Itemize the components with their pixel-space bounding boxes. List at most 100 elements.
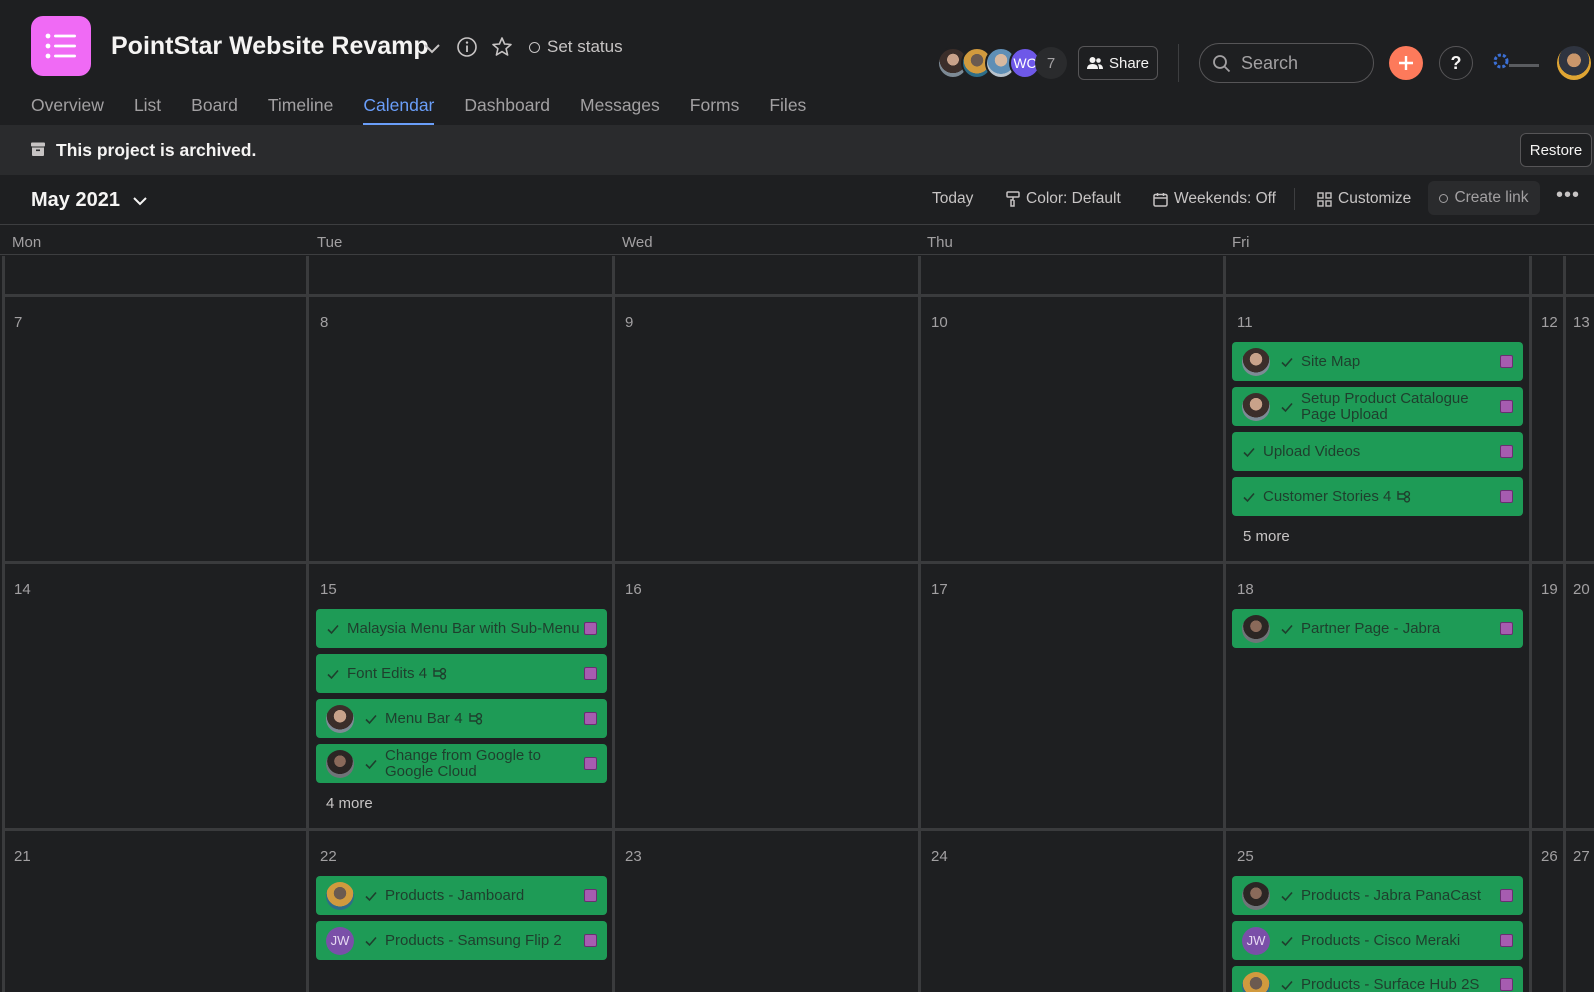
check-icon[interactable]: [1242, 445, 1256, 459]
info-icon[interactable]: [456, 36, 478, 58]
task-name: Menu Bar 4: [385, 710, 584, 727]
create-link-button[interactable]: Create link: [1428, 181, 1540, 215]
tab-board[interactable]: Board: [191, 95, 238, 125]
custom-field-square: [584, 934, 597, 947]
search-input[interactable]: Search: [1199, 43, 1374, 83]
assignee-avatar-initials: JW: [1242, 926, 1270, 955]
task-card[interactable]: Menu Bar 4: [316, 699, 607, 738]
task-card[interactable]: Customer Stories 4: [1232, 477, 1523, 516]
task-card[interactable]: Upload Videos: [1232, 432, 1523, 471]
day-number: 27: [1573, 848, 1590, 865]
day-number: 11: [1237, 314, 1253, 331]
star-icon[interactable]: [490, 35, 514, 59]
archived-message: This project is archived.: [56, 140, 257, 160]
grid-line: [2, 256, 5, 992]
day-number: 26: [1541, 848, 1558, 865]
check-icon[interactable]: [364, 712, 378, 726]
task-card[interactable]: JW Products - Samsung Flip 2: [316, 921, 607, 960]
task-name: Products - Samsung Flip 2: [385, 931, 562, 949]
user-avatar[interactable]: [1557, 46, 1591, 80]
help-button[interactable]: ?: [1439, 46, 1473, 80]
assignee-avatar: [1242, 347, 1270, 376]
tab-files[interactable]: Files: [769, 95, 806, 125]
custom-field-square: [1500, 622, 1513, 635]
color-button[interactable]: Color: Default: [1006, 190, 1121, 208]
day-number: 12: [1541, 314, 1558, 331]
check-icon[interactable]: [326, 622, 340, 636]
task-card[interactable]: Font Edits 4: [316, 654, 607, 693]
tab-list[interactable]: List: [134, 95, 161, 125]
custom-field-square: [584, 889, 597, 902]
plus-icon: [1399, 56, 1413, 70]
assignee-avatar: [1242, 614, 1270, 643]
task-card[interactable]: JW Products - Cisco Meraki: [1232, 921, 1523, 960]
task-card[interactable]: Products - Jamboard: [316, 876, 607, 915]
weekday-tue: Tue: [317, 234, 343, 251]
task-card[interactable]: Products - Jabra PanaCast: [1232, 876, 1523, 915]
grid-line: [1223, 256, 1226, 992]
check-icon[interactable]: [364, 757, 378, 771]
check-icon[interactable]: [1280, 978, 1294, 992]
custom-field-square: [1500, 490, 1513, 503]
project-list-icon[interactable]: [31, 16, 91, 76]
check-icon[interactable]: [1280, 622, 1294, 636]
share-label: Share: [1108, 54, 1150, 72]
set-status-button[interactable]: Set status: [529, 37, 623, 57]
more-tasks-link[interactable]: 5 more: [1243, 528, 1290, 545]
task-name: Font Edits 4: [347, 665, 584, 682]
day-number: 7: [14, 314, 23, 331]
chevron-down-icon[interactable]: [421, 38, 443, 58]
weekends-button[interactable]: Weekends: Off: [1153, 190, 1276, 208]
project-title[interactable]: PointStar Website Revamp: [111, 32, 429, 61]
grid-line: [4, 294, 1594, 297]
calendar-icon: [1153, 192, 1168, 207]
month-picker[interactable]: May 2021: [31, 189, 148, 212]
member-count[interactable]: 7: [1035, 47, 1067, 79]
more-tasks-link[interactable]: 4 more: [326, 795, 373, 812]
share-button[interactable]: Share: [1078, 46, 1158, 80]
tab-timeline[interactable]: Timeline: [268, 95, 333, 125]
people-icon: [1086, 57, 1103, 69]
day-number: 13: [1573, 314, 1590, 331]
organization-logo-icon[interactable]: [1493, 52, 1541, 74]
task-name: Products - Cisco Meraki: [1301, 931, 1461, 949]
check-icon[interactable]: [364, 934, 378, 948]
tab-forms[interactable]: Forms: [690, 95, 740, 125]
check-icon[interactable]: [1280, 400, 1294, 414]
today-button[interactable]: Today: [932, 190, 973, 208]
check-icon[interactable]: [364, 889, 378, 903]
check-icon[interactable]: [1242, 490, 1256, 504]
customize-button[interactable]: Customize: [1317, 190, 1411, 208]
divider: [1294, 188, 1295, 210]
day-number: 9: [625, 314, 634, 331]
check-icon[interactable]: [1280, 355, 1294, 369]
color-label: Color: Default: [1026, 190, 1121, 207]
tab-calendar[interactable]: Calendar: [363, 95, 435, 125]
tab-dashboard[interactable]: Dashboard: [464, 95, 550, 125]
create-link-label: Create link: [1454, 189, 1529, 206]
more-options-icon[interactable]: •••: [1556, 184, 1580, 207]
task-card[interactable]: Malaysia Menu Bar with Sub-Menu: [316, 609, 607, 648]
task-card[interactable]: Setup Product Catalogue Page Upload: [1232, 387, 1523, 426]
check-icon[interactable]: [1280, 934, 1294, 948]
check-icon[interactable]: [1280, 889, 1294, 903]
create-plus-button[interactable]: [1389, 46, 1423, 80]
assignee-avatar: [1242, 392, 1270, 421]
tab-overview[interactable]: Overview: [31, 95, 104, 125]
task-name: Partner Page - Jabra: [1301, 619, 1441, 637]
weekday-fri: Fri: [1232, 234, 1250, 251]
check-icon[interactable]: [326, 667, 340, 681]
task-card[interactable]: Partner Page - Jabra: [1232, 609, 1523, 648]
tab-messages[interactable]: Messages: [580, 95, 660, 125]
task-card[interactable]: Products - Surface Hub 2S: [1232, 966, 1523, 992]
calendar-toolbar: May 2021 Today Color: Default Weekends: …: [0, 175, 1594, 225]
set-status-label: Set status: [547, 37, 623, 56]
restore-button[interactable]: Restore: [1520, 133, 1592, 167]
search-placeholder: Search: [1241, 52, 1299, 73]
assignee-avatar: [326, 749, 354, 778]
custom-field-square: [1500, 934, 1513, 947]
custom-field-square: [1500, 889, 1513, 902]
list-icon: [45, 33, 76, 59]
task-card[interactable]: Change from Google to Google Cloud: [316, 744, 607, 783]
task-card[interactable]: Site Map: [1232, 342, 1523, 381]
